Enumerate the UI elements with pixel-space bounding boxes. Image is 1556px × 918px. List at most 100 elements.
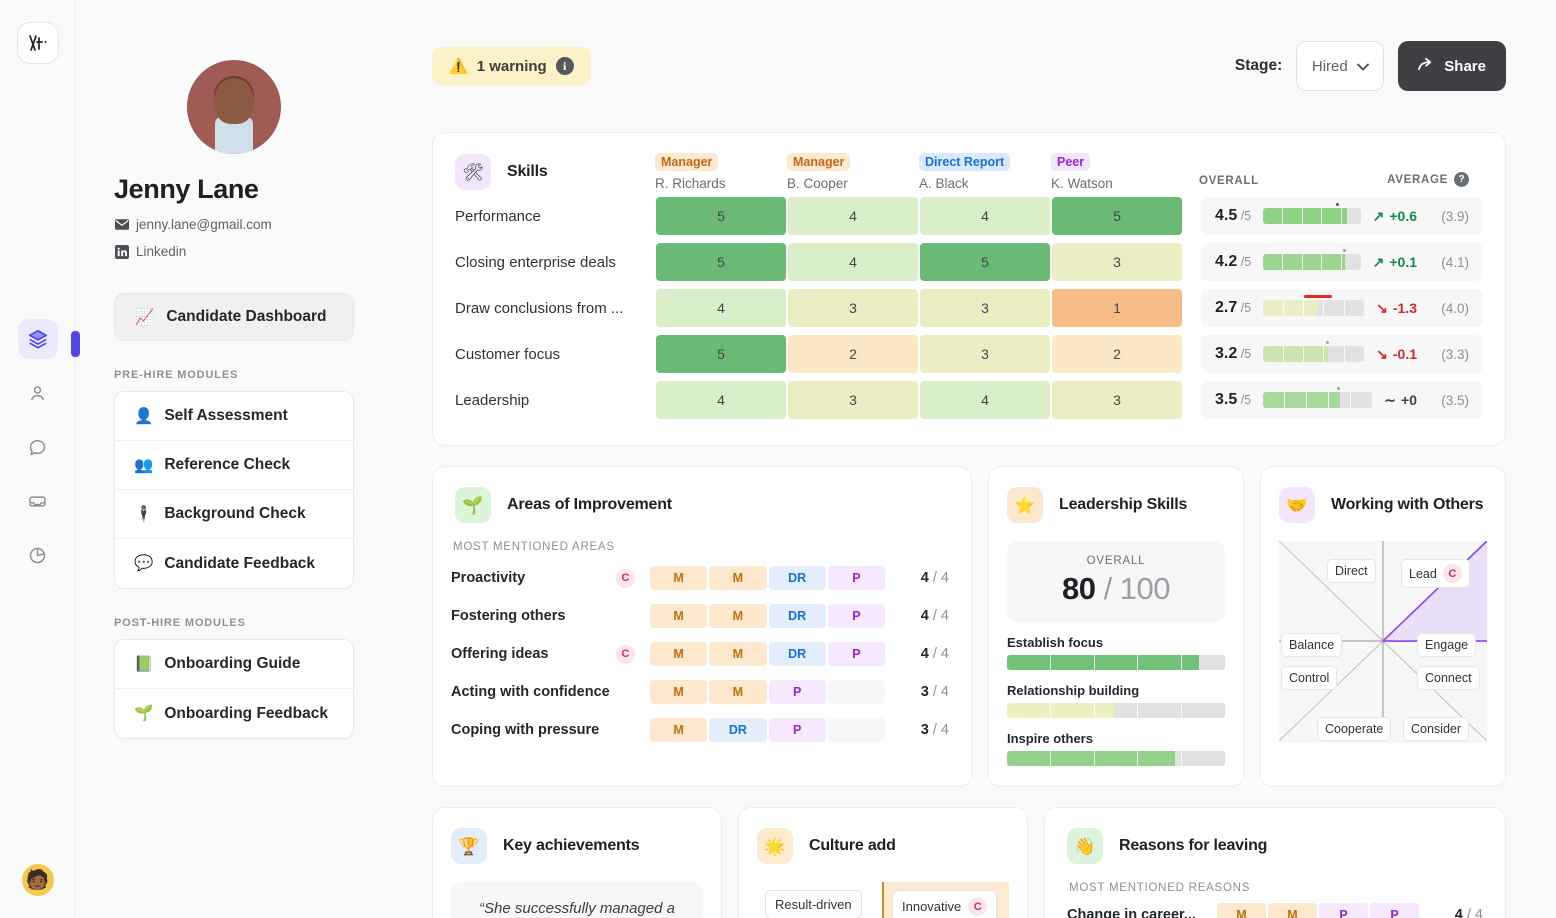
skill-score-cell[interactable]: 5 — [656, 243, 786, 281]
reasons-rows: Change in career... MMPP 4 / 4 — [1067, 900, 1483, 918]
trend-delta: -1.3 — [1393, 300, 1417, 316]
rater-segment[interactable]: M — [1217, 903, 1266, 918]
person-icon: 👤 — [134, 407, 153, 426]
rater-segment[interactable]: M — [709, 604, 766, 628]
quadrant-label[interactable]: Consider — [1403, 717, 1469, 741]
envelope-icon — [114, 217, 129, 232]
rater-segment[interactable]: M — [1268, 903, 1317, 918]
segment-track: MDRP — [650, 718, 885, 742]
quadrant-label[interactable]: Engage — [1417, 633, 1476, 657]
skill-score-cell[interactable]: 4 — [656, 289, 786, 327]
skill-summary-cell: 4.2 /5 ↗+0.1 (4.1) — [1201, 243, 1483, 281]
culture-chip[interactable]: Result-driven — [765, 890, 862, 918]
candidate-email-row[interactable]: jenny.lane@gmail.com — [114, 217, 354, 232]
skill-average: (4.0) — [1429, 301, 1469, 316]
skill-name: Customer focus — [455, 331, 655, 377]
speech-bubble-icon: 💬 — [134, 554, 153, 573]
quadrant-label[interactable]: Control — [1281, 666, 1337, 690]
candidate-dashboard-button[interactable]: 📈 Candidate Dashboard — [114, 293, 354, 341]
rail-item-chat[interactable] — [18, 427, 58, 467]
icon-rail: 🧑🏾 — [0, 0, 76, 918]
rater-segment[interactable]: M — [709, 680, 766, 704]
quadrant-label[interactable]: Cooperate — [1317, 717, 1391, 741]
rater-segment[interactable]: M — [709, 642, 766, 666]
quadrant-label-text: Lead — [1409, 567, 1437, 581]
module-reference-check[interactable]: 👥 Reference Check — [115, 441, 353, 490]
skill-score-cell[interactable]: 4 — [920, 381, 1050, 419]
posthire-modules: 📗 Onboarding Guide 🌱 Onboarding Feedback — [114, 639, 354, 739]
stage-select[interactable]: Hired — [1296, 41, 1384, 91]
rater-segment[interactable]: DR — [709, 718, 766, 742]
rail-item-pie-chart[interactable] — [18, 535, 58, 575]
skill-score-cell[interactable]: 3 — [1052, 243, 1182, 281]
rater-segment[interactable]: P — [828, 566, 885, 590]
help-icon[interactable]: ? — [1454, 172, 1469, 187]
module-candidate-feedback[interactable]: 💬 Candidate Feedback — [115, 539, 353, 588]
user-avatar[interactable]: 🧑🏾 — [22, 864, 54, 896]
area-name: Proactivity — [451, 570, 616, 586]
rater-segment[interactable]: M — [650, 566, 707, 590]
culture-chip[interactable]: Innovative C — [892, 890, 997, 918]
skill-score-cell[interactable]: 1 — [1052, 289, 1182, 327]
rater-segment[interactable]: DR — [769, 604, 826, 628]
rater-segment[interactable]: M — [650, 642, 707, 666]
rater-segment[interactable]: P — [1319, 903, 1368, 918]
working-with-others-card: 🤝 Working with Others DirectLeadCBalance… — [1260, 466, 1506, 787]
skill-score-cell[interactable]: 4 — [788, 197, 918, 235]
rater-name: A. Black — [919, 176, 1051, 191]
skill-score-cell[interactable]: 3 — [920, 289, 1050, 327]
module-onboarding-guide[interactable]: 📗 Onboarding Guide — [115, 640, 353, 689]
quadrant-label-text: Control — [1289, 671, 1329, 685]
rater-segment[interactable]: P — [828, 604, 885, 628]
rater-segment[interactable] — [828, 718, 885, 742]
leadership-bar-label: Relationship building — [1007, 683, 1225, 698]
rail-item-inbox[interactable] — [18, 481, 58, 521]
skill-score-cell[interactable]: 2 — [788, 335, 918, 373]
skill-score-cell[interactable]: 3 — [920, 335, 1050, 373]
rail-item-layers[interactable] — [18, 319, 58, 359]
reason-row: Change in career... MMPP 4 / 4 — [1067, 900, 1483, 918]
app-logo[interactable] — [17, 22, 59, 64]
skill-score-cell[interactable]: 5 — [656, 335, 786, 373]
rater-segment[interactable]: M — [650, 718, 707, 742]
module-self-assessment[interactable]: 👤 Self Assessment — [115, 392, 353, 441]
quadrant-label[interactable]: Balance — [1281, 633, 1342, 657]
share-button[interactable]: Share — [1398, 41, 1506, 91]
quadrant-label[interactable]: LeadC — [1401, 559, 1470, 588]
info-icon[interactable]: i — [556, 57, 574, 75]
rater-segment[interactable]: P — [1370, 903, 1419, 918]
skill-score-cell[interactable]: 3 — [1052, 381, 1182, 419]
rater-segment[interactable]: M — [650, 680, 707, 704]
rater-segment[interactable]: DR — [769, 642, 826, 666]
rater-segment[interactable]: P — [828, 642, 885, 666]
quadrant-label[interactable]: Direct — [1327, 559, 1376, 583]
skill-score-cell[interactable]: 5 — [920, 243, 1050, 281]
rater-segment[interactable]: M — [650, 604, 707, 628]
skill-score-cell[interactable]: 4 — [656, 381, 786, 419]
rater-role: Manager — [655, 153, 718, 171]
skill-score-cell[interactable]: 4 — [788, 243, 918, 281]
candidate-linkedin-row[interactable]: Linkedin — [114, 244, 354, 259]
leadership-overall-label: OVERALL — [1007, 555, 1225, 567]
module-label: Self Assessment — [164, 407, 288, 425]
rater-segment[interactable] — [828, 680, 885, 704]
quadrant-label[interactable]: Connect — [1417, 666, 1480, 690]
warning-badge[interactable]: ⚠️ 1 warning i — [432, 47, 591, 85]
skill-score-cell[interactable]: 4 — [920, 197, 1050, 235]
rater-segment[interactable]: M — [709, 566, 766, 590]
rater-segment[interactable]: P — [769, 718, 826, 742]
skill-score-cell[interactable]: 2 — [1052, 335, 1182, 373]
skill-score-cell[interactable]: 3 — [788, 289, 918, 327]
rail-item-person[interactable] — [18, 373, 58, 413]
benchmark-marker — [1343, 249, 1346, 252]
culture-title: Culture add — [809, 837, 896, 855]
rater-segment[interactable]: P — [769, 680, 826, 704]
skill-score-cell[interactable]: 3 — [788, 381, 918, 419]
skill-score-cell[interactable]: 5 — [656, 197, 786, 235]
skill-score-cell[interactable]: 5 — [1052, 197, 1182, 235]
handshake-icon: 🤝 — [1279, 487, 1315, 523]
module-background-check[interactable]: 🕴 Background Check — [115, 490, 353, 539]
module-onboarding-feedback[interactable]: 🌱 Onboarding Feedback — [115, 689, 353, 738]
rater-segment[interactable]: DR — [769, 566, 826, 590]
skill-summary-cell: 3.5 /5 ∼+0 (3.5) — [1201, 381, 1483, 419]
